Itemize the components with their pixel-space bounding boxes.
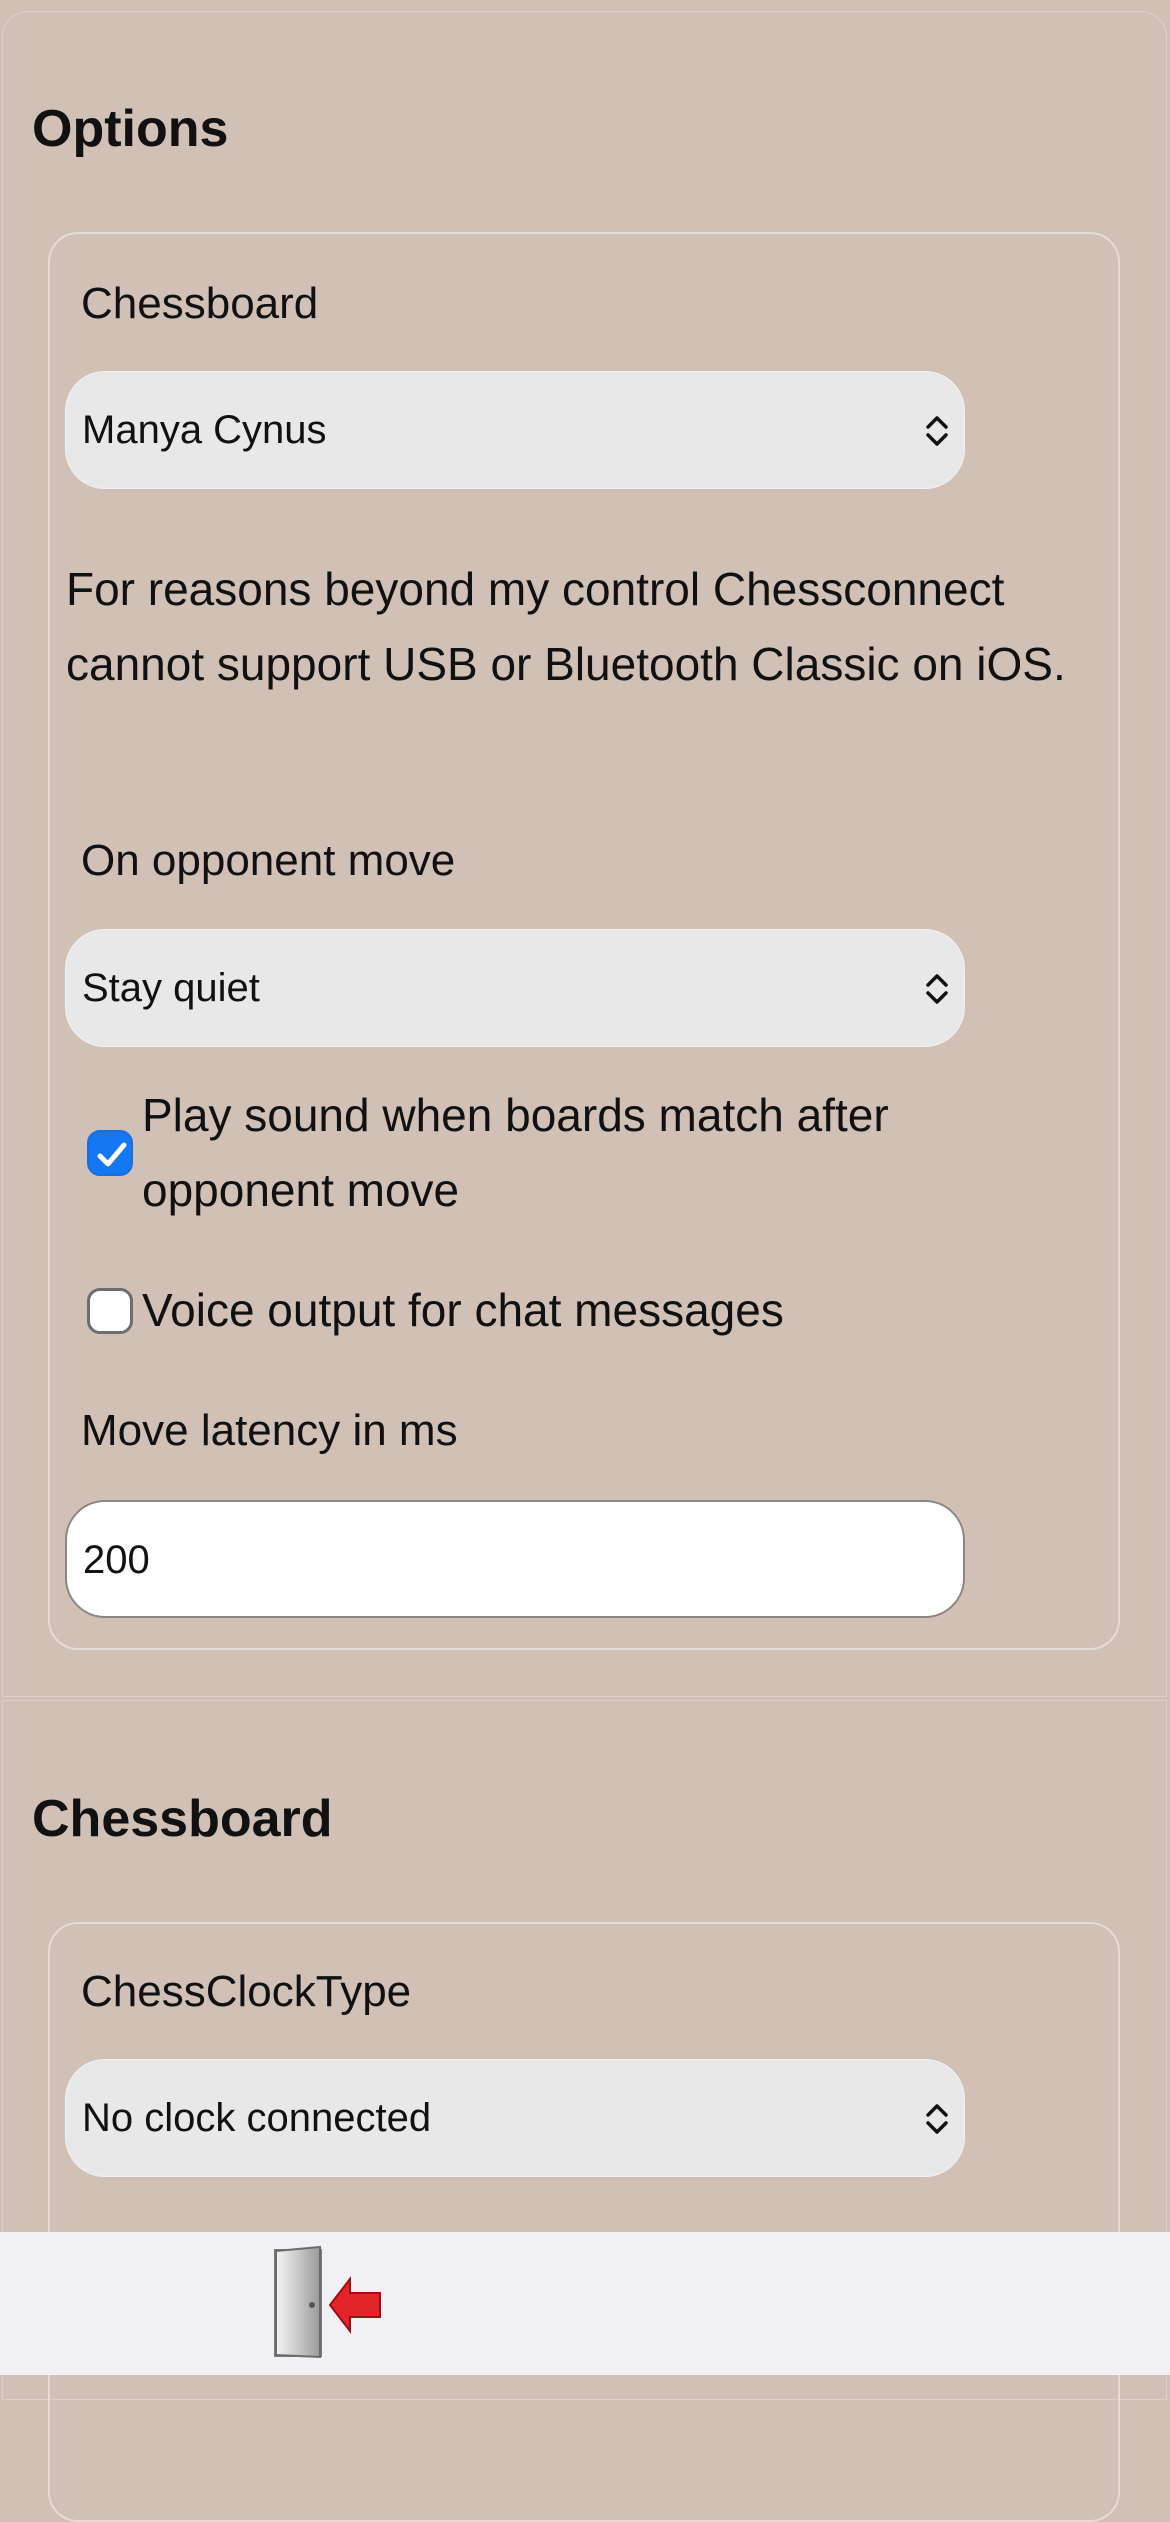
move-latency-input-value: 200 [83, 1538, 150, 1582]
move-latency-input[interactable]: 200 [65, 1500, 965, 1618]
chess-clock-type-select-value: No clock connected [82, 2096, 432, 2140]
exit-door-icon[interactable] [270, 2245, 390, 2363]
opponent-move-label: On opponent move [81, 836, 456, 885]
chess-clock-type-select[interactable]: No clock connected [65, 2059, 965, 2177]
voice-output-checkbox-label[interactable]: Voice output for chat messages [142, 1273, 1042, 1348]
play-sound-checkbox-label[interactable]: Play sound when boards match after oppon… [142, 1078, 1042, 1228]
ios-support-note: For reasons beyond my control Chessconne… [66, 563, 1066, 690]
chevron-updown-icon [926, 416, 948, 446]
chessboard-select-value: Manya Cynus [82, 408, 327, 452]
chessboard-section-title: Chessboard [32, 1790, 333, 1848]
chevron-updown-icon [926, 2104, 948, 2134]
checkmark-icon [97, 1142, 127, 1167]
opponent-move-select[interactable]: Stay quiet [65, 929, 965, 1047]
chevron-updown-icon [926, 974, 948, 1004]
play-sound-checkbox[interactable] [87, 1130, 133, 1176]
voice-output-checkbox[interactable] [87, 1288, 133, 1334]
chessboard-label: Chessboard [81, 279, 319, 328]
bottom-toolbar [0, 2232, 1170, 2375]
chess-clock-type-label: ChessClockType [81, 1967, 412, 2016]
move-latency-label: Move latency in ms [81, 1406, 458, 1455]
chessboard-select[interactable]: Manya Cynus [65, 371, 965, 489]
opponent-move-select-value: Stay quiet [82, 966, 260, 1010]
options-title: Options [32, 100, 229, 158]
